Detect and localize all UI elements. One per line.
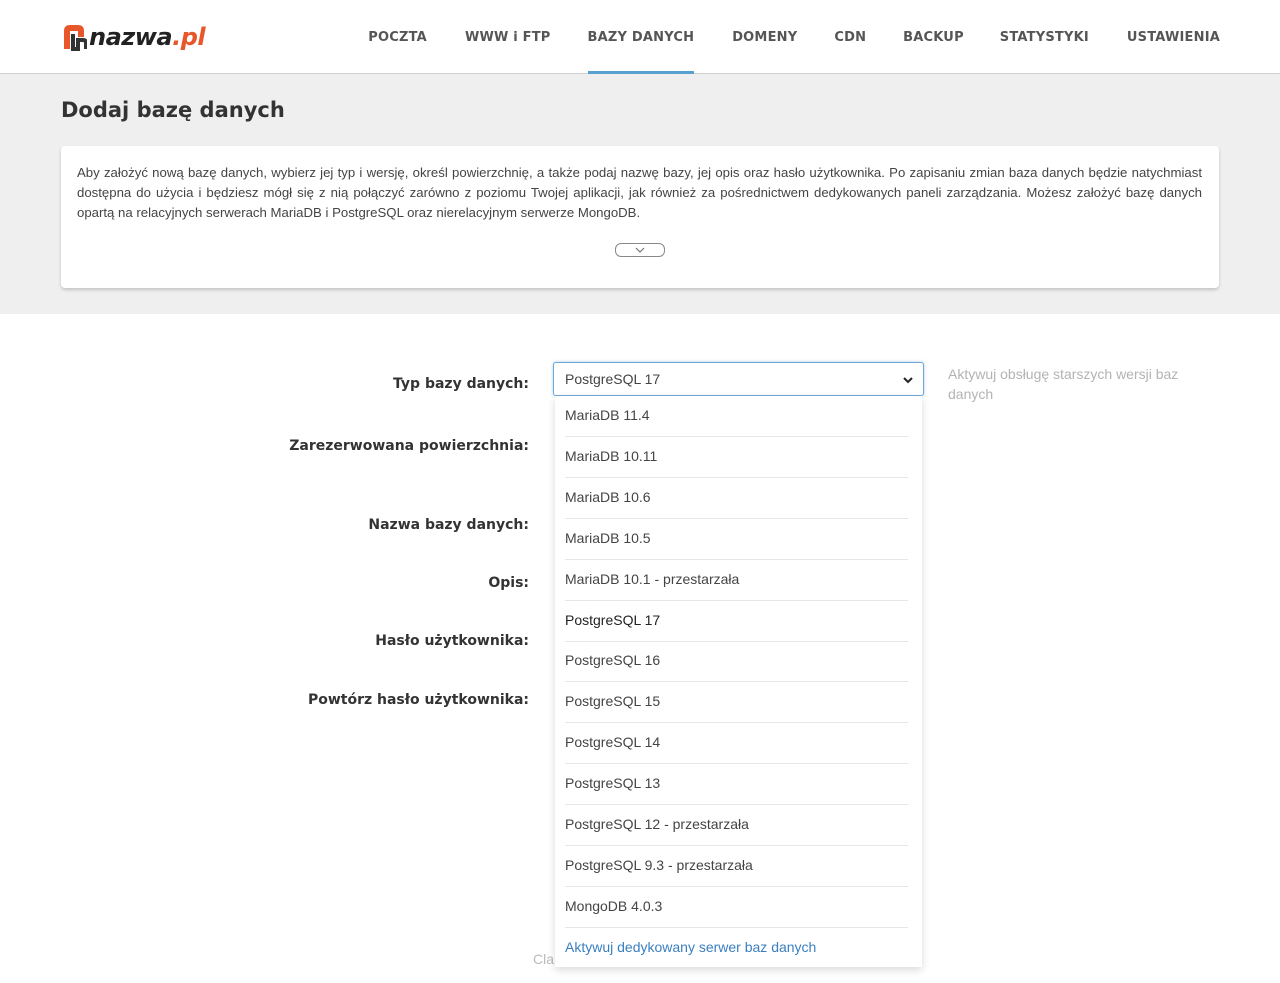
- nav-www-ftp[interactable]: WWW i FTP: [465, 0, 551, 74]
- logo-mark-icon: [64, 25, 87, 51]
- dropdown-option[interactable]: MariaDB 10.6: [565, 478, 908, 519]
- label-db-name: Nazwa bazy danych:: [368, 517, 529, 533]
- expand-info-button[interactable]: [615, 243, 665, 257]
- info-card: Aby założyć nową bazę danych, wybierz je…: [61, 146, 1219, 288]
- legacy-versions-hint[interactable]: Aktywuj obsługę starszych wersji baz dan…: [948, 364, 1198, 404]
- nav-backup[interactable]: BACKUP: [903, 0, 964, 74]
- db-type-dropdown: MariaDB 11.4 MariaDB 10.11 MariaDB 10.6 …: [555, 396, 922, 967]
- chevron-down-icon: [903, 377, 913, 384]
- nav-cdn[interactable]: CDN: [834, 0, 866, 74]
- nav-domeny[interactable]: DOMENY: [732, 0, 797, 74]
- dropdown-option[interactable]: PostgreSQL 12 - przestarzała: [565, 805, 908, 846]
- nav-statystyki[interactable]: STATYSTYKI: [1000, 0, 1089, 74]
- label-db-type: Typ bazy danych:: [393, 376, 529, 392]
- label-storage: Zarezerwowana powierzchnia:: [289, 438, 529, 454]
- dropdown-option[interactable]: PostgreSQL 13: [565, 764, 908, 805]
- main-nav: POCZTA WWW i FTP BAZY DANYCH DOMENY CDN …: [368, 0, 1220, 74]
- dropdown-option-selected[interactable]: PostgreSQL 17: [565, 601, 908, 642]
- dropdown-option[interactable]: MariaDB 11.4: [565, 396, 908, 437]
- nav-poczta[interactable]: POCZTA: [368, 0, 427, 74]
- dropdown-option[interactable]: PostgreSQL 15: [565, 682, 908, 723]
- nav-bazy-danych[interactable]: BAZY DANYCH: [587, 0, 695, 74]
- dropdown-option[interactable]: MariaDB 10.5: [565, 519, 908, 560]
- partially-hidden-text: Cla: [533, 951, 555, 967]
- logo[interactable]: nazwa.pl: [61, 21, 206, 53]
- page-title: Dodaj bazę danych: [61, 98, 285, 122]
- dropdown-option[interactable]: PostgreSQL 14: [565, 723, 908, 764]
- dedicated-server-link[interactable]: Aktywuj dedykowany serwer baz danych: [565, 928, 908, 969]
- db-type-select[interactable]: PostgreSQL 17: [553, 362, 924, 396]
- dropdown-option[interactable]: PostgreSQL 9.3 - przestarzała: [565, 846, 908, 887]
- label-password: Hasło użytkownika:: [375, 633, 529, 649]
- label-password-repeat: Powtórz hasło użytkownika:: [307, 692, 529, 708]
- logo-text: nazwa.pl: [89, 23, 206, 51]
- dropdown-option[interactable]: MongoDB 4.0.3: [565, 887, 908, 928]
- chevron-down-icon: [635, 247, 645, 253]
- info-text: Aby założyć nową bazę danych, wybierz je…: [77, 165, 1202, 220]
- db-type-select-value: PostgreSQL 17: [565, 371, 661, 387]
- dropdown-option[interactable]: MariaDB 10.1 - przestarzała: [565, 560, 908, 601]
- dropdown-option[interactable]: MariaDB 10.11: [565, 437, 908, 478]
- top-bar: nazwa.pl POCZTA WWW i FTP BAZY DANYCH DO…: [0, 0, 1280, 74]
- nav-ustawienia[interactable]: USTAWIENIA: [1127, 0, 1220, 74]
- dropdown-option[interactable]: PostgreSQL 16: [565, 641, 908, 682]
- label-description: Opis:: [488, 575, 529, 591]
